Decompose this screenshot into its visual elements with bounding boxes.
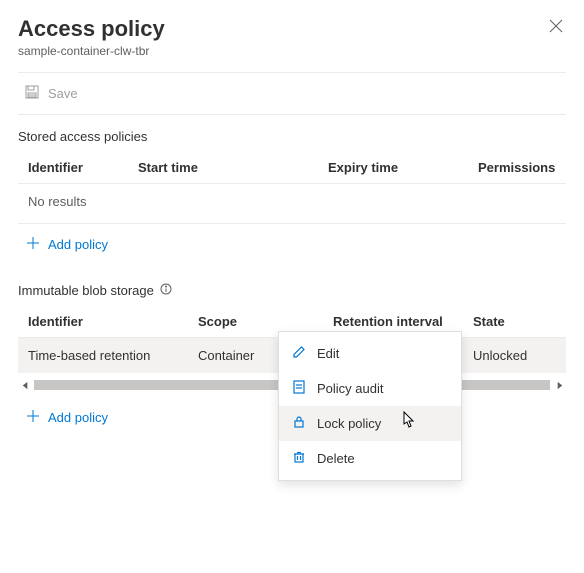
add-immutable-policy-button[interactable]: Add policy	[24, 407, 110, 428]
page-title: Access policy	[18, 16, 566, 42]
info-icon[interactable]	[160, 283, 172, 298]
col-permissions[interactable]: Permissions	[468, 152, 566, 184]
stored-section-title: Stored access policies	[18, 129, 566, 144]
stored-policies-table: Identifier Start time Expiry time Permis…	[18, 152, 566, 219]
trash-icon	[291, 449, 307, 468]
col-identifier[interactable]: Identifier	[18, 152, 128, 184]
col-state[interactable]: State	[463, 306, 566, 338]
add-stored-policy-button[interactable]: Add policy	[24, 234, 110, 255]
immutable-section-title: Immutable blob storage	[18, 283, 566, 298]
add-immutable-policy-label: Add policy	[48, 410, 108, 425]
page-subtitle: sample-container-clw-tbr	[18, 44, 566, 58]
toolbar: Save	[18, 72, 566, 115]
plus-icon	[26, 236, 40, 253]
add-stored-policy-label: Add policy	[48, 237, 108, 252]
col-identifier[interactable]: Identifier	[18, 306, 188, 338]
save-button[interactable]: Save	[18, 80, 84, 107]
table-row: No results	[18, 184, 566, 220]
plus-icon	[26, 409, 40, 426]
col-start-time[interactable]: Start time	[128, 152, 318, 184]
menu-item-edit[interactable]: Edit	[279, 336, 461, 371]
document-icon	[291, 379, 307, 398]
col-expiry-time[interactable]: Expiry time	[318, 152, 468, 184]
cell-identifier: Time-based retention	[18, 338, 188, 374]
scroll-right-icon[interactable]	[552, 378, 566, 392]
scroll-left-icon[interactable]	[18, 378, 32, 392]
immutable-section-label: Immutable blob storage	[18, 283, 154, 298]
cell-state: Unlocked	[463, 338, 566, 374]
menu-item-lock-policy[interactable]: Lock policy	[279, 406, 461, 441]
menu-item-label: Policy audit	[317, 381, 383, 396]
close-icon[interactable]	[548, 18, 566, 36]
menu-item-label: Lock policy	[317, 416, 381, 431]
save-icon	[24, 84, 40, 103]
pencil-icon	[291, 344, 307, 363]
context-menu: Edit Policy audit Lock policy	[278, 331, 462, 481]
save-label: Save	[48, 86, 78, 101]
no-results-text: No results	[18, 184, 566, 220]
menu-item-label: Edit	[317, 346, 339, 361]
menu-item-delete[interactable]: Delete	[279, 441, 461, 476]
menu-item-policy-audit[interactable]: Policy audit	[279, 371, 461, 406]
menu-item-label: Delete	[317, 451, 355, 466]
lock-icon	[291, 414, 307, 433]
